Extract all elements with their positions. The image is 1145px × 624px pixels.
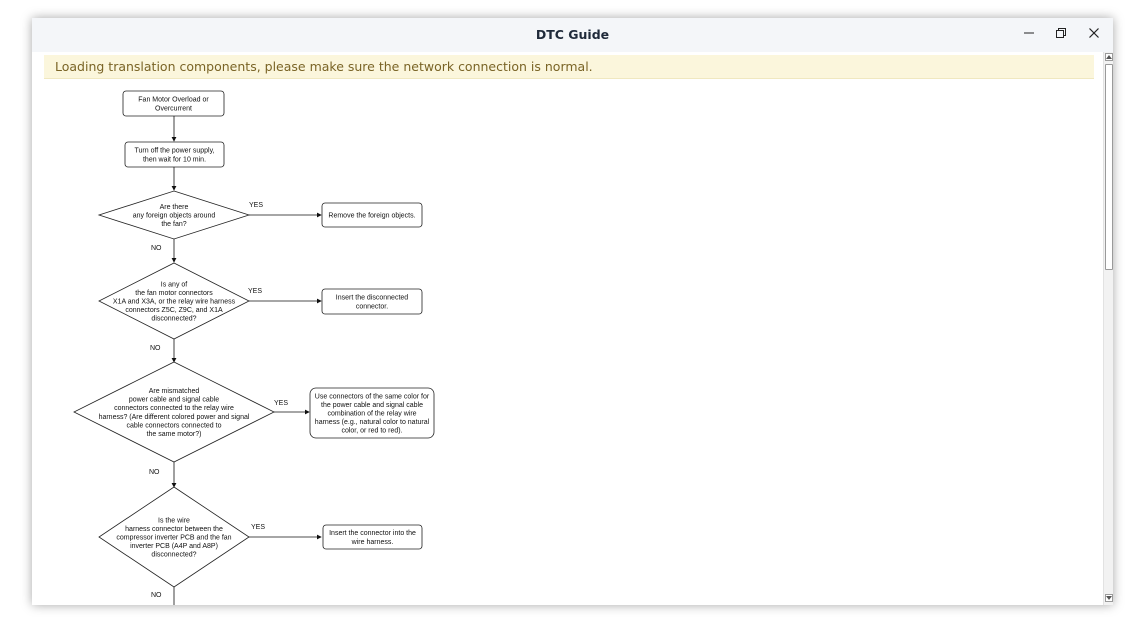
start-box-line: Overcurrent bbox=[155, 105, 192, 112]
translation-banner: Loading translation components, please m… bbox=[44, 55, 1094, 79]
q1-yes-label: YES bbox=[249, 202, 263, 209]
question-4-diamond-line: inverter PCB (A4P and A8P) bbox=[130, 543, 218, 550]
question-3-diamond-line: connectors connected to the relay wire bbox=[114, 405, 234, 412]
dtc-guide-window: DTC Guide Loading translation components… bbox=[32, 18, 1113, 605]
question-1-diamond-line: Are there bbox=[160, 204, 189, 211]
content-area: Loading translation components, please m… bbox=[32, 52, 1102, 605]
q2-no-label: NO bbox=[150, 345, 161, 352]
question-3-diamond-line: Are mismatched bbox=[149, 388, 200, 395]
question-2-diamond-line: connectors Z5C, Z9C, and X1A bbox=[125, 307, 223, 314]
q2-yes-label: YES bbox=[248, 288, 262, 295]
question-1-diamond-line: any foreign objects around bbox=[133, 213, 216, 220]
minimize-icon bbox=[1023, 26, 1035, 44]
answer-2-box-line: connector. bbox=[356, 303, 388, 310]
answer-3-box-line: Use connectors of the same color for bbox=[315, 393, 430, 400]
question-4-diamond-line: disconnected? bbox=[151, 552, 196, 559]
scroll-thumb[interactable] bbox=[1105, 64, 1113, 270]
vertical-scrollbar[interactable] bbox=[1103, 52, 1113, 605]
answer-3-box-line: harness (e.g., natural color to natural bbox=[315, 419, 430, 426]
answer-2-box-line: Insert the disconnected bbox=[336, 295, 408, 302]
question-3-diamond-line: power cable and signal cable bbox=[129, 397, 219, 404]
step1-box-line: Turn off the power supply, bbox=[134, 148, 214, 155]
question-2-diamond-line: Is any of bbox=[161, 281, 188, 288]
question-4-diamond-line: harness connector between the bbox=[125, 526, 223, 533]
q4-no-label: NO bbox=[151, 592, 162, 599]
question-3-diamond-line: harness? (Are different colored power an… bbox=[99, 414, 250, 421]
scroll-down-button[interactable] bbox=[1105, 594, 1113, 602]
answer-3-box-line: the power cable and signal cable bbox=[321, 402, 423, 409]
q4-yes-label: YES bbox=[251, 524, 265, 531]
chevron-up-icon bbox=[1106, 55, 1112, 59]
q1-no-label: NO bbox=[151, 245, 162, 252]
question-2-diamond-line: X1A and X3A, or the relay wire harness bbox=[113, 299, 236, 306]
troubleshooting-flowchart: Fan Motor Overload orOvercurrent Turn off… bbox=[73, 90, 435, 605]
scroll-up-button[interactable] bbox=[1105, 53, 1113, 61]
restore-button[interactable] bbox=[1047, 24, 1075, 46]
question-2-diamond-line: the fan motor connectors bbox=[135, 290, 213, 297]
question-2-diamond-line: disconnected? bbox=[151, 316, 196, 323]
banner-text: Loading translation components, please m… bbox=[55, 59, 593, 74]
window-title: DTC Guide bbox=[535, 27, 610, 42]
restore-icon bbox=[1055, 26, 1067, 44]
step1-box-line: then wait for 10 min. bbox=[143, 156, 206, 163]
q3-yes-label: YES bbox=[274, 400, 288, 407]
chevron-down-icon bbox=[1106, 596, 1112, 600]
question-4-diamond-line: Is the wire bbox=[158, 517, 190, 524]
answer-1-box-line: Remove the foreign objects. bbox=[328, 213, 415, 220]
title-bar[interactable]: DTC Guide bbox=[32, 18, 1113, 52]
answer-3-box-line: color, or red to red). bbox=[341, 428, 402, 435]
minimize-button[interactable] bbox=[1015, 24, 1043, 46]
close-icon bbox=[1088, 26, 1100, 44]
start-box-line: Fan Motor Overload or bbox=[138, 97, 209, 104]
question-4-diamond-line: compressor inverter PCB and the fan bbox=[116, 535, 231, 542]
answer-4-box-line: Insert the connector into the bbox=[329, 530, 416, 537]
question-3-diamond-line: cable connectors connected to bbox=[127, 422, 222, 429]
question-1-diamond-line: the fan? bbox=[161, 221, 186, 228]
answer-3-box-line: combination of the relay wire bbox=[327, 411, 416, 418]
question-3-diamond-line: the same motor?) bbox=[147, 431, 202, 438]
q3-no-label: NO bbox=[149, 469, 160, 476]
answer-4-box-line: wire harness. bbox=[351, 539, 394, 546]
close-button[interactable] bbox=[1080, 24, 1108, 46]
